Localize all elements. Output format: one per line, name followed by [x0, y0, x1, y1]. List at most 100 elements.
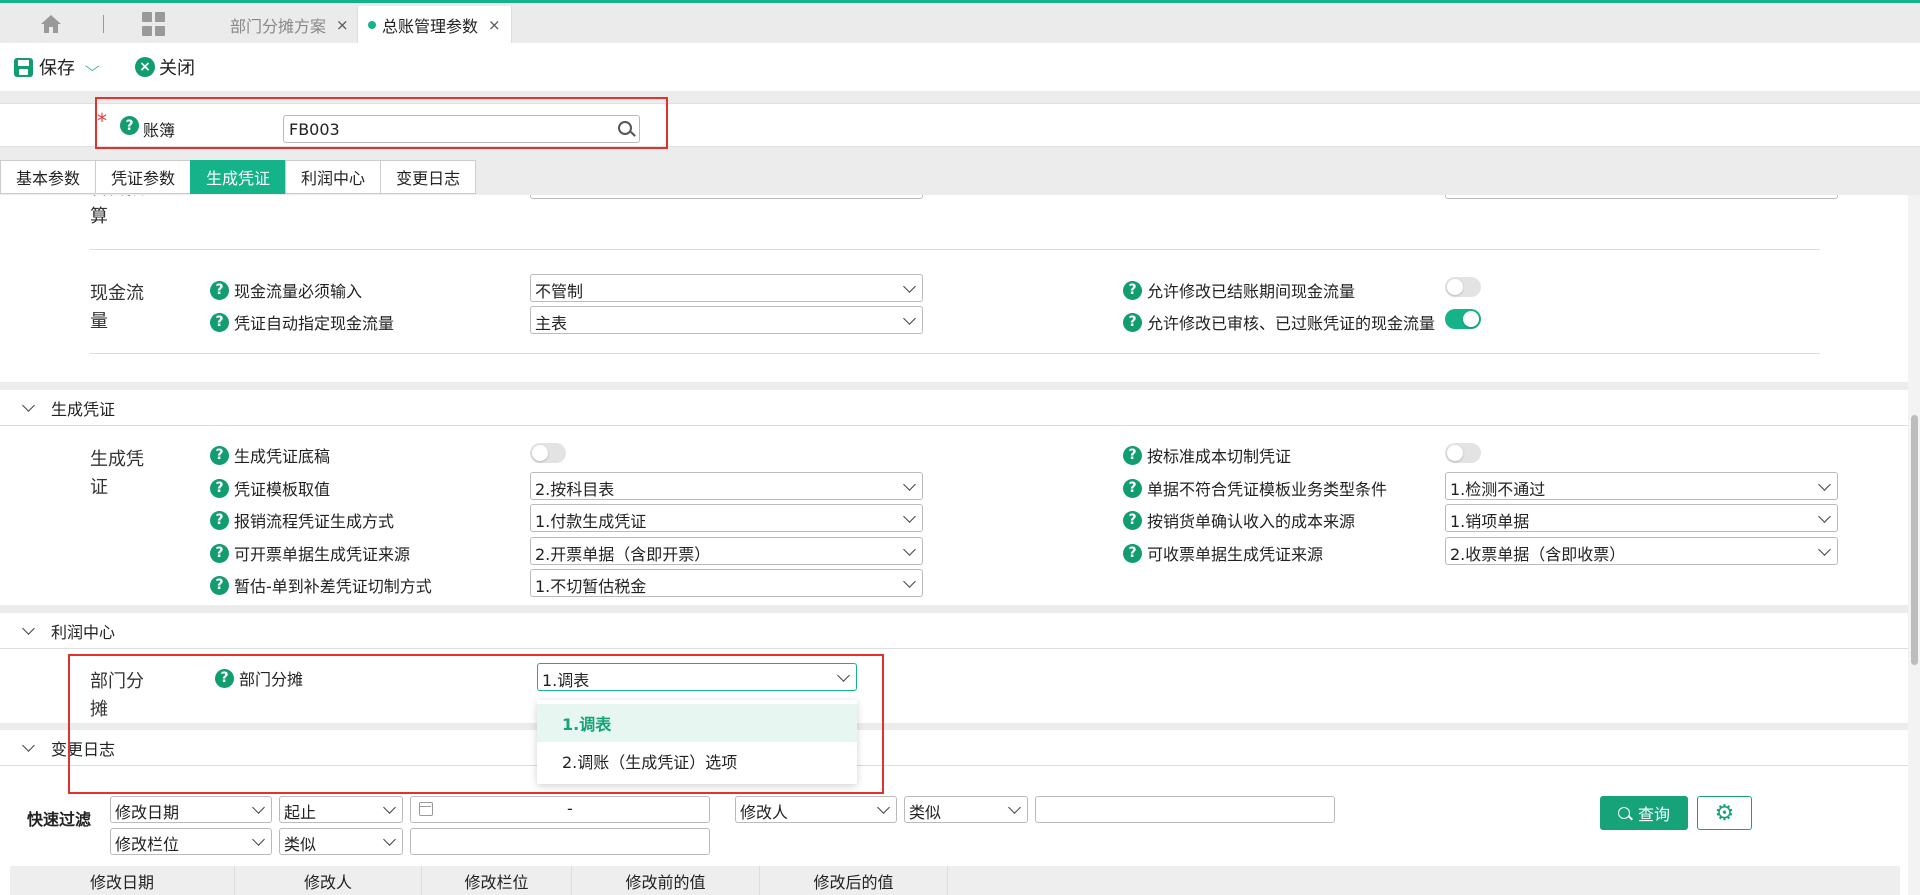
- filter-operator-select[interactable]: 类似: [279, 828, 403, 855]
- row-receipt-voucher-source: ? 可收票单据生成凭证来源: [1123, 541, 1323, 565]
- row-label: 按销货单确认收入的成本来源: [1147, 512, 1356, 531]
- row-label: 按标准成本切制凭证: [1147, 447, 1292, 466]
- group-label-generate-voucher: 生成凭证: [90, 449, 144, 498]
- select-value: 1.不切暂估税金: [535, 577, 647, 596]
- quick-filter-label: 快速过滤: [27, 810, 92, 829]
- chevron-down-icon: [1818, 510, 1831, 523]
- row-cost-source: ? 按销货单确认收入的成本来源: [1123, 508, 1355, 532]
- column-header[interactable]: 修改前的值: [572, 866, 760, 895]
- select-receipt-voucher-source[interactable]: 2.收票单据（含即收票）: [1445, 537, 1838, 565]
- close-icon[interactable]: ×: [488, 16, 501, 34]
- tab-change-log[interactable]: 变更日志: [380, 160, 477, 194]
- filter-field-select[interactable]: 修改栏位: [110, 828, 272, 855]
- select-template-value[interactable]: 2.按科目表: [530, 472, 923, 500]
- select-expense-voucher[interactable]: 1.付款生成凭证: [530, 504, 923, 532]
- column-header[interactable]: 修改人: [235, 866, 422, 895]
- help-icon[interactable]: ?: [210, 510, 229, 530]
- filter-value-input[interactable]: [410, 828, 710, 855]
- filter-value-input[interactable]: [1035, 796, 1335, 823]
- row-auto-cash-flow: ? 凭证自动指定现金流量: [210, 310, 394, 334]
- window-tab-gl-params[interactable]: 总账管理参数 ×: [357, 6, 512, 44]
- help-icon[interactable]: ?: [1123, 478, 1142, 498]
- help-icon[interactable]: ?: [210, 543, 229, 563]
- chevron-down-icon[interactable]: ⌵: [85, 59, 100, 75]
- query-label: 查询: [1637, 805, 1670, 824]
- tab-generate-voucher[interactable]: 生成凭证: [190, 160, 287, 194]
- section-header-profit-center[interactable]: 利润中心: [0, 613, 1908, 649]
- toggle-standard-cost[interactable]: [1445, 443, 1481, 463]
- select-value: 1.检测不通过: [1450, 480, 1546, 499]
- date-range-input[interactable]: -: [410, 796, 710, 823]
- section-header-generate-voucher[interactable]: 生成凭证: [0, 390, 1908, 426]
- section-title: 利润中心: [51, 622, 116, 642]
- panel-generate-voucher: 生成凭证 生成凭证 ? 生成凭证底稿 ? 凭证模板取值 2.按科目表 ? 报销流…: [0, 390, 1908, 605]
- filter-value: 修改日期: [115, 803, 180, 822]
- toggle-voucher-draft[interactable]: [530, 443, 566, 463]
- select-auto-cash-flow[interactable]: 主表: [530, 306, 923, 334]
- select-invoice-voucher-source[interactable]: 2.开票单据（含即开票）: [530, 537, 923, 565]
- help-icon[interactable]: ?: [210, 478, 229, 498]
- filter-operator-select[interactable]: 类似: [904, 796, 1028, 823]
- chevron-down-icon: [903, 510, 916, 523]
- close-label: 关闭: [159, 58, 195, 79]
- toggle-allow-modify-posted[interactable]: [1445, 309, 1481, 329]
- highlight-box-ledger: [95, 97, 668, 149]
- home-icon[interactable]: [38, 12, 64, 36]
- chevron-down-icon: [252, 833, 265, 846]
- select-estimate-method[interactable]: 1.不切暂估税金: [530, 569, 923, 597]
- save-button[interactable]: 保存 ⌵: [14, 55, 100, 79]
- row-invoice-voucher-source: ? 可开票单据生成凭证来源: [210, 541, 410, 565]
- filter-field-select[interactable]: 修改日期: [110, 796, 272, 823]
- column-header[interactable]: 修改日期: [10, 866, 235, 895]
- row-label: 允许修改已结账期间现金流量: [1147, 282, 1356, 301]
- query-button[interactable]: 查询: [1600, 796, 1688, 830]
- row-template-mismatch: ? 单据不符合凭证模板业务类型条件: [1123, 476, 1387, 500]
- close-icon[interactable]: ×: [336, 16, 349, 34]
- help-icon[interactable]: ?: [210, 280, 229, 300]
- help-icon[interactable]: ?: [1123, 312, 1142, 332]
- help-icon[interactable]: ?: [1123, 543, 1142, 563]
- help-icon[interactable]: ?: [210, 312, 229, 332]
- help-icon[interactable]: ?: [210, 445, 229, 465]
- tab-profit-center[interactable]: 利润中心: [285, 160, 382, 194]
- help-icon[interactable]: ?: [210, 575, 229, 595]
- window-tab-dept-allocation[interactable]: 部门分摊方案 ×: [210, 6, 356, 44]
- help-icon[interactable]: ?: [1123, 280, 1142, 300]
- select-value: 1.销项单据: [1450, 512, 1530, 531]
- toggle-allow-modify-closed[interactable]: [1445, 277, 1481, 297]
- settings-button[interactable]: ⚙: [1697, 796, 1752, 830]
- row-label: 凭证自动指定现金流量: [234, 314, 395, 333]
- filter-operator-select[interactable]: 起止: [279, 796, 403, 823]
- row-label: 单据不符合凭证模板业务类型条件: [1147, 480, 1388, 499]
- tab-voucher-params[interactable]: 凭证参数: [95, 160, 192, 194]
- vertical-scrollbar[interactable]: [1908, 195, 1920, 895]
- select-template-mismatch[interactable]: 1.检测不通过: [1445, 472, 1838, 500]
- filter-value: 修改栏位: [115, 835, 180, 854]
- chevron-down-icon: [22, 399, 35, 412]
- select-value: 2.按科目表: [535, 480, 615, 499]
- filter-field-select[interactable]: 修改人: [735, 796, 897, 823]
- close-button[interactable]: × 关闭: [135, 55, 195, 79]
- tab-basic-params[interactable]: 基本参数: [0, 160, 97, 194]
- row-estimate-method: ? 暂估-单到补差凭证切制方式: [210, 573, 432, 597]
- select-value: 主表: [535, 314, 568, 333]
- save-label: 保存: [39, 58, 75, 79]
- chevron-down-icon: [22, 622, 35, 635]
- column-header[interactable]: 修改后的值: [760, 866, 948, 895]
- section-tabs: 基本参数 凭证参数 生成凭证 利润中心 变更日志: [0, 160, 477, 194]
- search-icon: [1617, 807, 1630, 819]
- help-icon[interactable]: ?: [1123, 510, 1142, 530]
- scrollbar-thumb[interactable]: [1911, 415, 1918, 665]
- apps-grid-icon[interactable]: [142, 12, 166, 36]
- row-allow-modify-closed: ? 允许修改已结账期间现金流量: [1123, 278, 1355, 302]
- row-label: 可收票单据生成凭证来源: [1147, 545, 1324, 564]
- chevron-down-icon: [877, 801, 890, 814]
- divider: [90, 353, 1820, 354]
- help-icon[interactable]: ?: [1123, 445, 1142, 465]
- select-cost-source[interactable]: 1.销项单据: [1445, 504, 1838, 532]
- row-voucher-draft: ? 生成凭证底稿: [210, 443, 330, 467]
- window-tab-bar: 部门分摊方案 × 总账管理参数 ×: [0, 0, 1920, 44]
- chevron-down-icon: [903, 312, 916, 325]
- column-header[interactable]: 修改栏位: [422, 866, 572, 895]
- select-cash-flow-required[interactable]: 不管制: [530, 274, 923, 302]
